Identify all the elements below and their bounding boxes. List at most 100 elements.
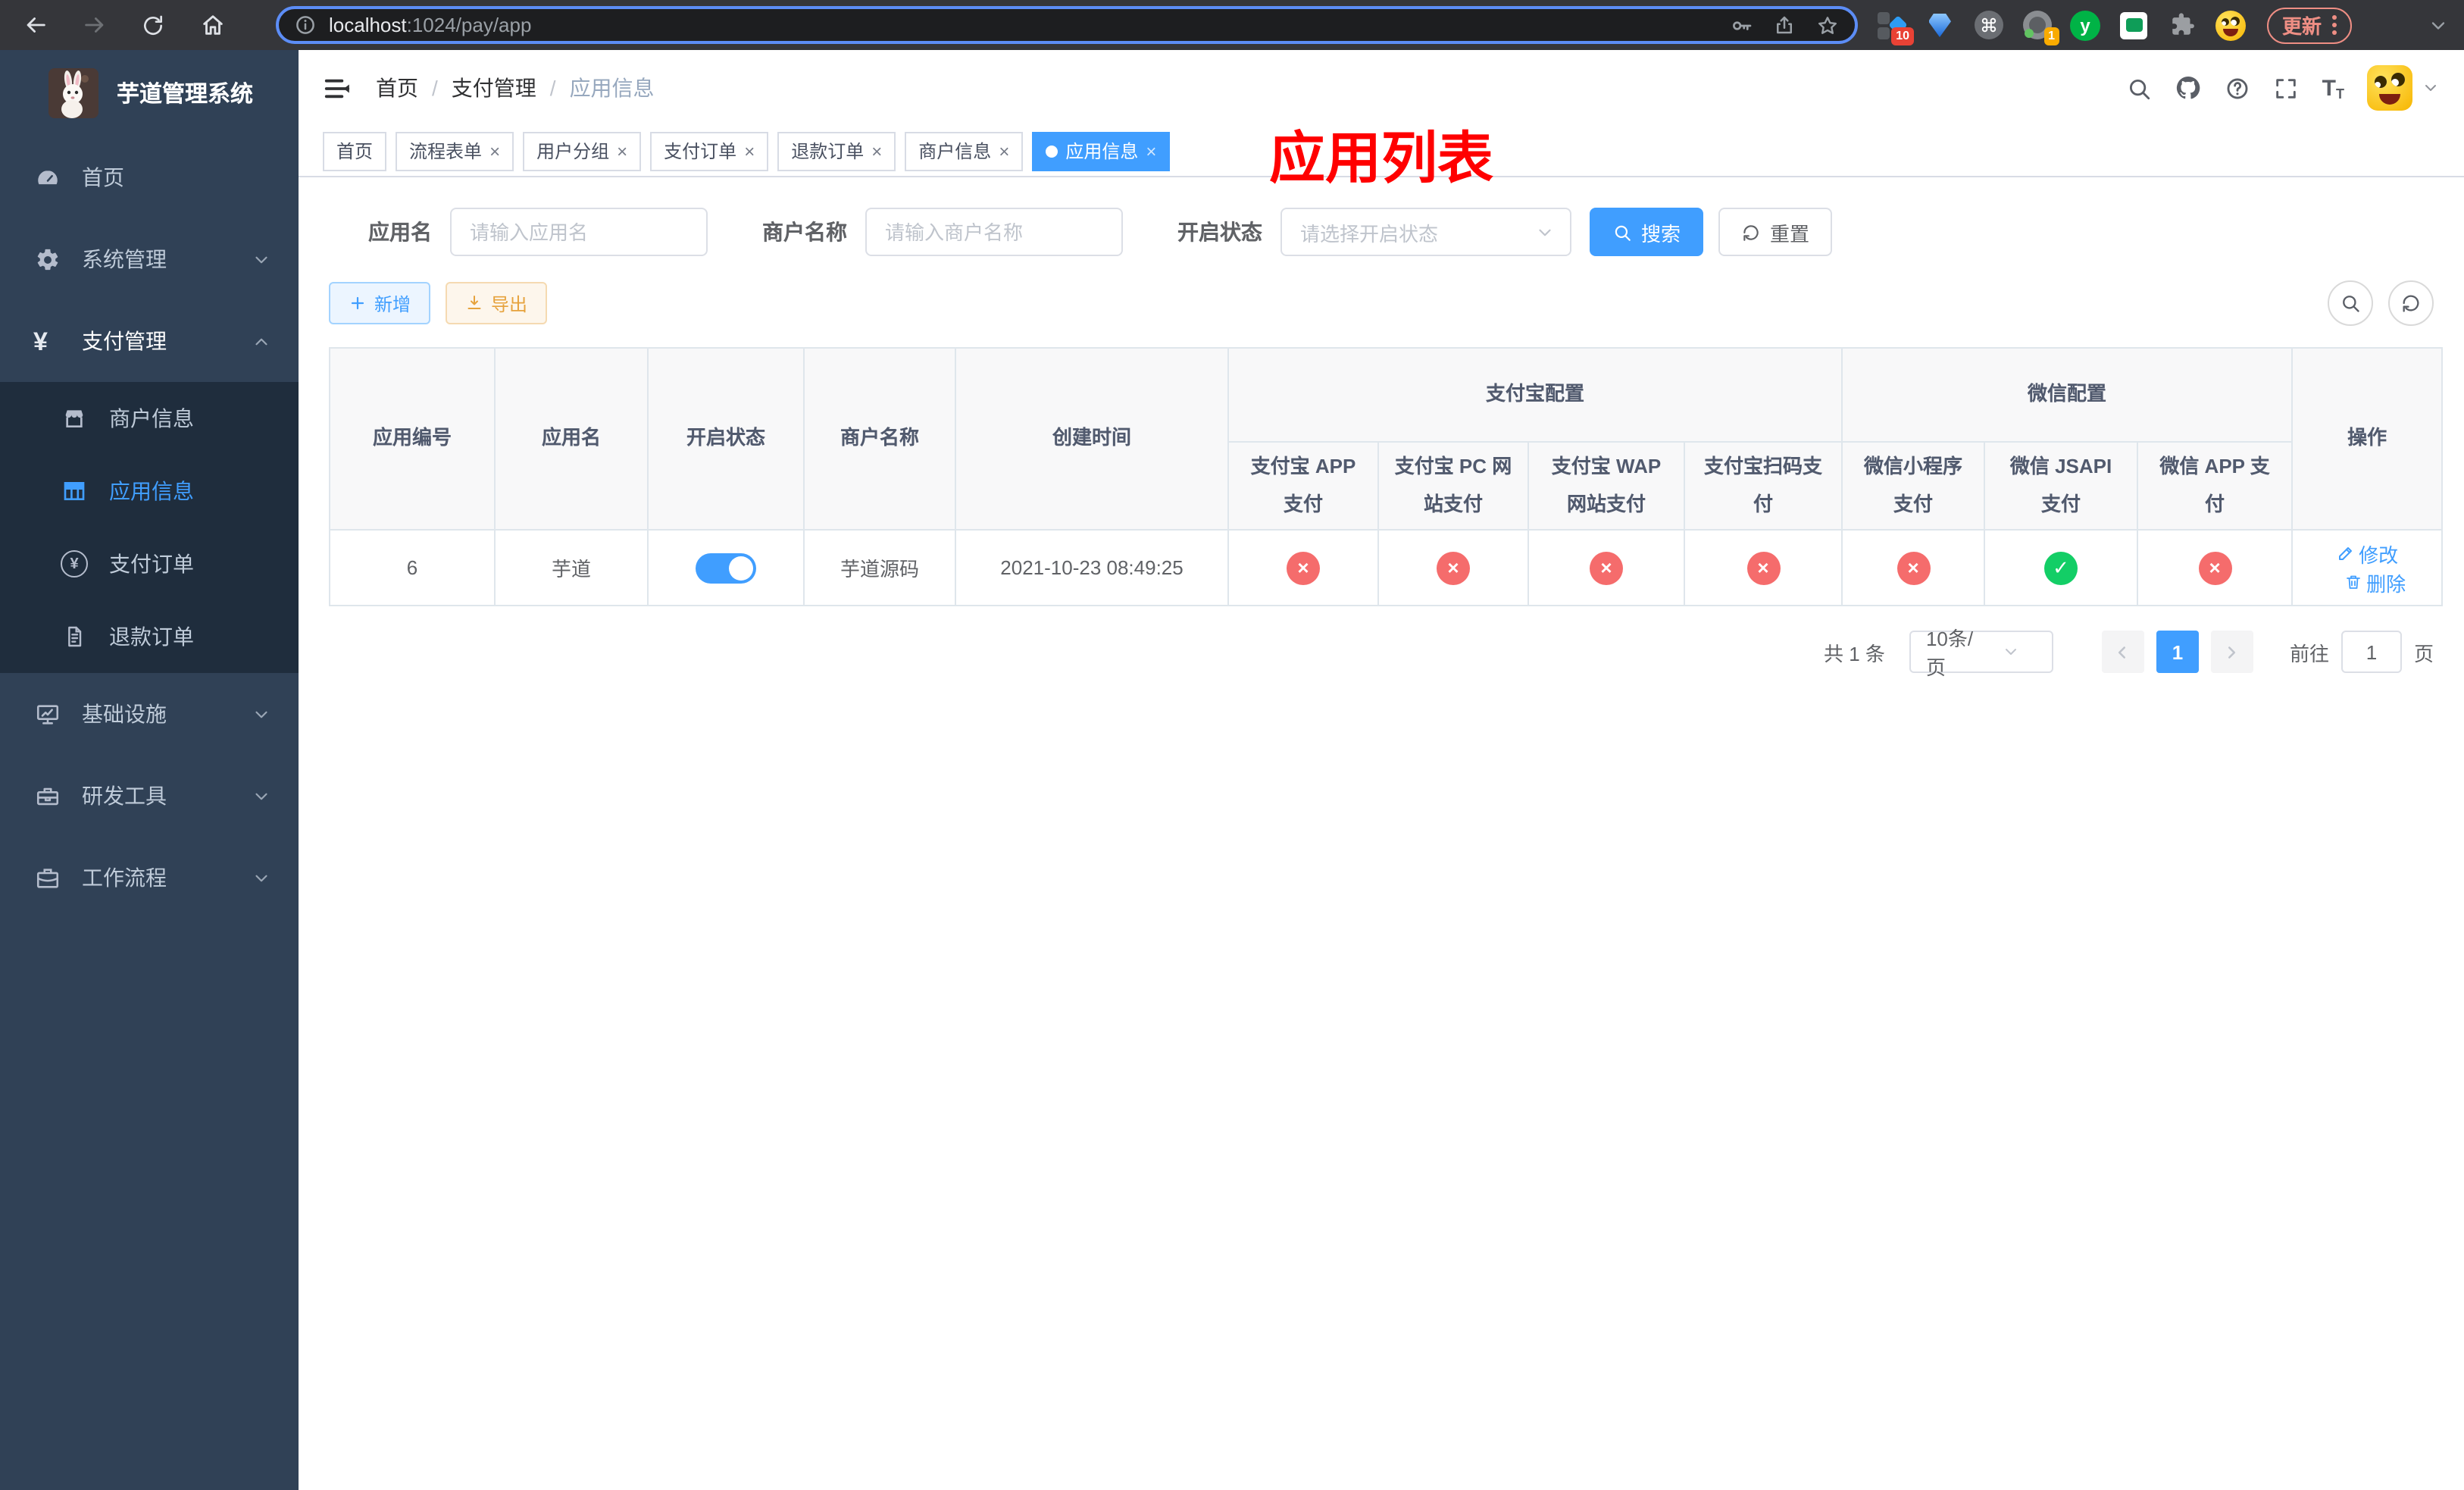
extension-recorder-icon[interactable]: 1 bbox=[2022, 10, 2059, 45]
sidebar-item-infrastructure[interactable]: 基础设施 bbox=[0, 673, 299, 755]
tab-process-form[interactable]: 流程表单 bbox=[396, 131, 514, 171]
search-icon[interactable] bbox=[2127, 75, 2153, 101]
refresh-icon bbox=[1741, 222, 1761, 242]
yen-circle-icon: ¥ bbox=[61, 550, 88, 578]
active-dot-icon bbox=[1046, 145, 1058, 157]
chevron-down-icon bbox=[252, 786, 271, 806]
close-icon[interactable] bbox=[1146, 142, 1156, 160]
sidebar-item-refund-order[interactable]: 退款订单 bbox=[0, 600, 299, 673]
sidebar-item-payment[interactable]: ¥ 支付管理 bbox=[0, 300, 299, 382]
tab-pay-order[interactable]: 支付订单 bbox=[650, 131, 769, 171]
col-created: 创建时间 bbox=[955, 346, 1229, 531]
search-form: 应用名 商户名称 开启状态 请选择开启状态 搜索 bbox=[329, 208, 2434, 256]
sidebar-collapse-icon[interactable] bbox=[323, 74, 352, 102]
browser-home-button[interactable] bbox=[192, 5, 232, 45]
update-label: 更新 bbox=[2282, 15, 2322, 38]
tab-app-info[interactable]: 应用信息 bbox=[1032, 131, 1171, 171]
tab-merchant-info[interactable]: 商户信息 bbox=[905, 131, 1024, 171]
refresh-table-button[interactable] bbox=[2388, 280, 2434, 326]
sidebar-item-dev-tools[interactable]: 研发工具 bbox=[0, 755, 299, 837]
sidebar-item-workflow[interactable]: 工作流程 bbox=[0, 837, 299, 919]
extension-y-icon[interactable]: y bbox=[2070, 10, 2100, 40]
tab-label: 流程表单 bbox=[409, 141, 483, 162]
bookmark-star-icon[interactable] bbox=[1815, 13, 1840, 37]
toolbar-overflow-caret-icon[interactable] bbox=[2428, 14, 2449, 36]
close-icon[interactable] bbox=[999, 142, 1009, 160]
breadcrumb-home[interactable]: 首页 bbox=[376, 73, 418, 103]
tab-user-group[interactable]: 用户分组 bbox=[523, 131, 642, 171]
site-info-icon[interactable] bbox=[294, 14, 317, 36]
help-question-icon[interactable] bbox=[2225, 75, 2251, 101]
plus-icon bbox=[349, 294, 367, 312]
status-select[interactable]: 请选择开启状态 bbox=[1280, 208, 1571, 256]
password-key-icon[interactable] bbox=[1729, 13, 1753, 37]
sidebar-item-home[interactable]: 首页 bbox=[0, 136, 299, 218]
close-icon[interactable] bbox=[617, 142, 627, 160]
chevron-down-icon bbox=[252, 704, 271, 724]
sidebar-item-label: 商户信息 bbox=[109, 406, 194, 430]
logo-rabbit-image bbox=[48, 68, 98, 118]
add-button[interactable]: 新增 bbox=[329, 282, 431, 324]
address-bar[interactable]: localhost:1024/pay/app bbox=[276, 6, 1858, 44]
search-button[interactable]: 搜索 bbox=[1590, 208, 1704, 256]
tab-home[interactable]: 首页 bbox=[323, 131, 387, 171]
export-button[interactable]: 导出 bbox=[446, 282, 548, 324]
breadcrumb-payment[interactable]: 支付管理 bbox=[452, 73, 536, 103]
edit-link[interactable]: 修改 bbox=[2336, 540, 2398, 568]
browser-extensions: 10 1 y bbox=[1876, 10, 2246, 45]
close-icon[interactable] bbox=[744, 142, 755, 160]
extension-chat-icon[interactable] bbox=[2118, 10, 2149, 40]
page-unit-label: 页 bbox=[2413, 642, 2434, 665]
page-number-button[interactable]: 1 bbox=[2156, 631, 2199, 674]
col-wx-app: 微信 APP 支付 bbox=[2137, 440, 2294, 531]
navbar-actions: TT bbox=[2127, 65, 2440, 111]
payment-submenu: 商户信息 应用信息 ¥ 支付订单 退款订单 bbox=[0, 382, 299, 673]
goto-page-input[interactable] bbox=[2340, 631, 2402, 674]
browser-forward-button[interactable] bbox=[74, 5, 114, 45]
sidebar-item-system[interactable]: 系统管理 bbox=[0, 218, 299, 300]
github-icon[interactable] bbox=[2175, 74, 2203, 102]
browser-update-button[interactable]: 更新 bbox=[2267, 7, 2353, 43]
next-page-button[interactable] bbox=[2210, 631, 2253, 674]
cell-app-name: 芋道 bbox=[494, 529, 649, 607]
font-size-icon[interactable]: TT bbox=[2322, 75, 2344, 101]
browser-menu-dots-icon[interactable] bbox=[2332, 15, 2337, 35]
browser-reload-button[interactable] bbox=[133, 5, 173, 45]
user-menu[interactable] bbox=[2367, 65, 2440, 111]
briefcase-icon bbox=[33, 865, 61, 891]
add-button-label: 新增 bbox=[374, 293, 411, 315]
close-icon[interactable] bbox=[871, 142, 882, 160]
profile-emoji-avatar[interactable] bbox=[2215, 10, 2246, 40]
edit-link-label: 修改 bbox=[2359, 543, 2399, 567]
cell-created: 2021-10-23 08:49:25 bbox=[955, 529, 1229, 607]
app-logo[interactable]: 芋道管理系统 bbox=[0, 50, 299, 136]
sidebar-item-label: 基础设施 bbox=[82, 702, 167, 726]
sidebar-item-pay-order[interactable]: ¥ 支付订单 bbox=[0, 527, 299, 600]
tab-refund-order[interactable]: 退款订单 bbox=[777, 131, 896, 171]
search-button-label: 搜索 bbox=[1641, 222, 1681, 245]
enabled-switch[interactable] bbox=[696, 552, 756, 584]
toggle-search-button[interactable] bbox=[2328, 280, 2373, 326]
reset-button[interactable]: 重置 bbox=[1718, 208, 1833, 256]
extensions-puzzle-icon[interactable] bbox=[2167, 10, 2197, 40]
browser-chrome: localhost:1024/pay/app 10 1 y 更新 bbox=[0, 0, 2464, 50]
prev-page-button[interactable] bbox=[2101, 631, 2144, 674]
app-name-input[interactable] bbox=[450, 208, 708, 256]
breadcrumb: 首页 / 支付管理 / 应用信息 bbox=[376, 73, 655, 103]
browser-back-button[interactable] bbox=[15, 5, 55, 45]
close-icon[interactable] bbox=[489, 142, 500, 160]
sidebar-item-merchant-info[interactable]: 商户信息 bbox=[0, 382, 299, 455]
yen-icon: ¥ bbox=[33, 327, 48, 355]
share-icon[interactable] bbox=[1773, 14, 1796, 36]
page-size-select[interactable]: 10条/页 bbox=[1909, 628, 2053, 680]
merchant-name-input[interactable] bbox=[865, 208, 1123, 256]
delete-link[interactable]: 删除 bbox=[2344, 568, 2406, 597]
fullscreen-icon[interactable] bbox=[2274, 75, 2300, 101]
extension-command-icon[interactable] bbox=[1973, 10, 2003, 40]
pagination: 共 1 条 10条/页 1 前往 页 bbox=[329, 628, 2434, 680]
extension-gem-icon[interactable] bbox=[1925, 10, 1955, 40]
sidebar-item-app-info[interactable]: 应用信息 bbox=[0, 455, 299, 527]
chevron-down-icon bbox=[1535, 222, 1555, 242]
wx-lite-status-icon: × bbox=[1896, 551, 1931, 585]
extension-tiles-icon[interactable]: 10 bbox=[1876, 10, 1914, 45]
